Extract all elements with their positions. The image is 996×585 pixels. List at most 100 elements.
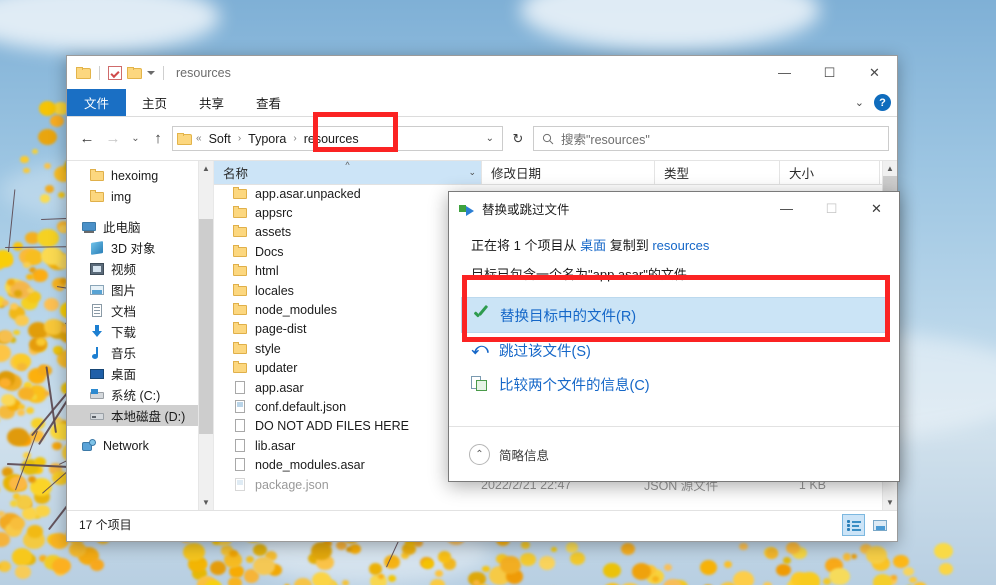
help-icon[interactable]: ? — [874, 94, 891, 111]
close-button[interactable]: ✕ — [852, 56, 897, 89]
dialog-options: 替换目标中的文件(R) ⤺ 跳过该文件(S) 比较两个文件的信息(C) — [449, 297, 899, 401]
status-bar: 17 个项目 — [67, 510, 897, 537]
navigation-list: hexoimg img 此电脑 3D 对象 视频图片文档下载 音乐 桌面 系统 (C:) 本地磁… — [67, 161, 213, 456]
blossom — [20, 155, 29, 163]
tab-share[interactable]: 共享 — [183, 89, 240, 116]
tab-home[interactable]: 主页 — [126, 89, 183, 116]
address-bar[interactable]: « Soft › Typora › resources ⌄ — [172, 126, 503, 151]
ribbon-tabs: 文件 主页 共享 查看 ⌄ ? — [67, 89, 897, 117]
chevron-down-icon[interactable]: ⌄ — [855, 96, 864, 109]
column-header-name[interactable]: ^ 名称 ⌄ — [214, 161, 482, 184]
minimize-button[interactable]: — — [762, 56, 807, 89]
file-name: package.json — [255, 477, 329, 492]
blossom — [12, 493, 21, 500]
sidebar-item-item[interactable]: 此电脑 — [67, 216, 213, 237]
quick-access-toolbar[interactable]: resources — [67, 65, 231, 80]
option-skip-file[interactable]: ⤺ 跳过该文件(S) — [449, 333, 899, 367]
new-folder-icon[interactable] — [127, 66, 142, 79]
folder-icon[interactable] — [76, 66, 91, 79]
footer-label[interactable]: 简略信息 — [499, 445, 549, 464]
search-input[interactable]: 搜索"resources" — [533, 126, 889, 151]
blossom — [7, 279, 16, 286]
scroll-down-arrow-icon[interactable]: ▼ — [883, 495, 897, 510]
sidebar-item-item[interactable]: 视频 — [67, 258, 213, 279]
maximize-button[interactable]: ☐ — [807, 56, 852, 89]
sidebar-item-item[interactable]: 下载 — [67, 321, 213, 342]
blossom — [37, 228, 59, 248]
sidebar-item-hexoimg[interactable]: hexoimg — [67, 165, 213, 186]
folder-icon — [232, 341, 248, 357]
file-name: conf.default.json — [255, 399, 347, 414]
scroll-thumb[interactable] — [199, 219, 213, 434]
sidebar-item-item[interactable]: 图片 — [67, 279, 213, 300]
breadcrumb-separator[interactable]: › — [237, 133, 242, 144]
option-replace-file[interactable]: 替换目标中的文件(R) — [461, 297, 889, 333]
forward-button[interactable]: → — [101, 127, 125, 151]
address-dropdown-icon[interactable]: ⌄ — [486, 133, 498, 144]
cell-name: node_modules.asar — [214, 457, 472, 473]
blossom — [550, 546, 557, 552]
sidebar-item-item[interactable]: 桌面 — [67, 363, 213, 384]
breadcrumb-soft[interactable]: Soft — [206, 132, 234, 146]
sidebar-item-img[interactable]: img — [67, 186, 213, 207]
cell-name: conf.default.json — [214, 399, 472, 415]
scroll-up-arrow-icon[interactable]: ▲ — [883, 161, 897, 176]
blossom — [51, 557, 71, 574]
navigation-pane: hexoimg img 此电脑 3D 对象 视频图片文档下载 音乐 桌面 系统 (C:) 本地磁… — [67, 161, 213, 510]
dialog-copy-summary: 正在将 1 个项目从 桌面 复制到 resources — [449, 235, 899, 254]
cell-name: page-dist — [214, 321, 472, 337]
blossom — [421, 558, 434, 570]
breadcrumb-resources[interactable]: resources — [301, 132, 362, 146]
option-label: 跳过该文件(S) — [499, 343, 591, 360]
breadcrumb-separator[interactable]: › — [292, 133, 297, 144]
sidebar-item-label: 文档 — [111, 305, 137, 319]
column-header-type[interactable]: 类型 — [655, 161, 780, 184]
chevron-up-icon[interactable]: ⌃ — [469, 443, 490, 465]
chevron-down-icon[interactable]: ⌄ — [468, 167, 476, 178]
dialog-minimize-button[interactable]: — — [764, 192, 809, 225]
details-view-button[interactable] — [842, 514, 865, 536]
sidebar-item-label: img — [111, 189, 132, 204]
up-button[interactable]: ↑ — [146, 127, 170, 151]
option-label: 比较两个文件的信息(C) — [499, 377, 650, 394]
column-label: 类型 — [664, 167, 690, 181]
back-button[interactable]: ← — [75, 127, 99, 151]
blossom — [521, 540, 530, 549]
breadcrumb-overflow[interactable]: « — [195, 133, 203, 144]
breadcrumb-typora[interactable]: Typora — [245, 132, 289, 146]
file-name: node_modules.asar — [255, 458, 365, 473]
window-title: resources — [176, 65, 231, 80]
tab-view[interactable]: 查看 — [240, 89, 297, 116]
dialog-close-button[interactable]: ✕ — [854, 192, 899, 225]
cell-name: app.asar — [214, 380, 472, 396]
file-icon — [232, 457, 248, 473]
nav-scrollbar[interactable]: ▲ ▼ — [198, 161, 213, 510]
column-header-date[interactable]: 修改日期 — [482, 161, 655, 184]
refresh-button[interactable]: ↻ — [505, 127, 531, 150]
column-header-size[interactable]: 大小 — [780, 161, 880, 184]
recent-locations-button[interactable]: ⌄ — [127, 127, 144, 151]
blossom — [842, 553, 852, 561]
cell-name: appsrc — [214, 205, 472, 221]
dialog-conflict-message: 目标已包含一个名为"app.asar"的文件 — [471, 267, 687, 282]
sidebar-item-label: 图片 — [111, 284, 137, 298]
sidebar-item-3d[interactable]: 3D 对象 — [67, 237, 213, 258]
sidebar-item-d[interactable]: 本地磁盘 (D:) — [67, 405, 213, 426]
sidebar-item-c[interactable]: 系统 (C:) — [67, 384, 213, 405]
file-name: page-dist — [255, 322, 307, 337]
file-name: app.asar.unpacked — [255, 186, 361, 201]
blossom — [69, 542, 87, 557]
option-compare-files[interactable]: 比较两个文件的信息(C) — [449, 367, 899, 401]
tab-file[interactable]: 文件 — [67, 89, 127, 116]
sidebar-item-network[interactable]: Network — [67, 435, 213, 456]
sidebar-item-item[interactable]: 音乐 — [67, 342, 213, 363]
column-label: 名称 — [223, 167, 249, 181]
scroll-down-arrow-icon[interactable]: ▼ — [199, 495, 213, 510]
sidebar-item-item[interactable]: 文档 — [67, 300, 213, 321]
blossom — [89, 558, 104, 571]
customize-caret-icon[interactable] — [147, 70, 155, 75]
scroll-up-arrow-icon[interactable]: ▲ — [199, 161, 213, 176]
properties-icon[interactable] — [108, 65, 122, 80]
pc-icon — [81, 219, 97, 235]
large-icons-view-button[interactable] — [868, 514, 891, 536]
